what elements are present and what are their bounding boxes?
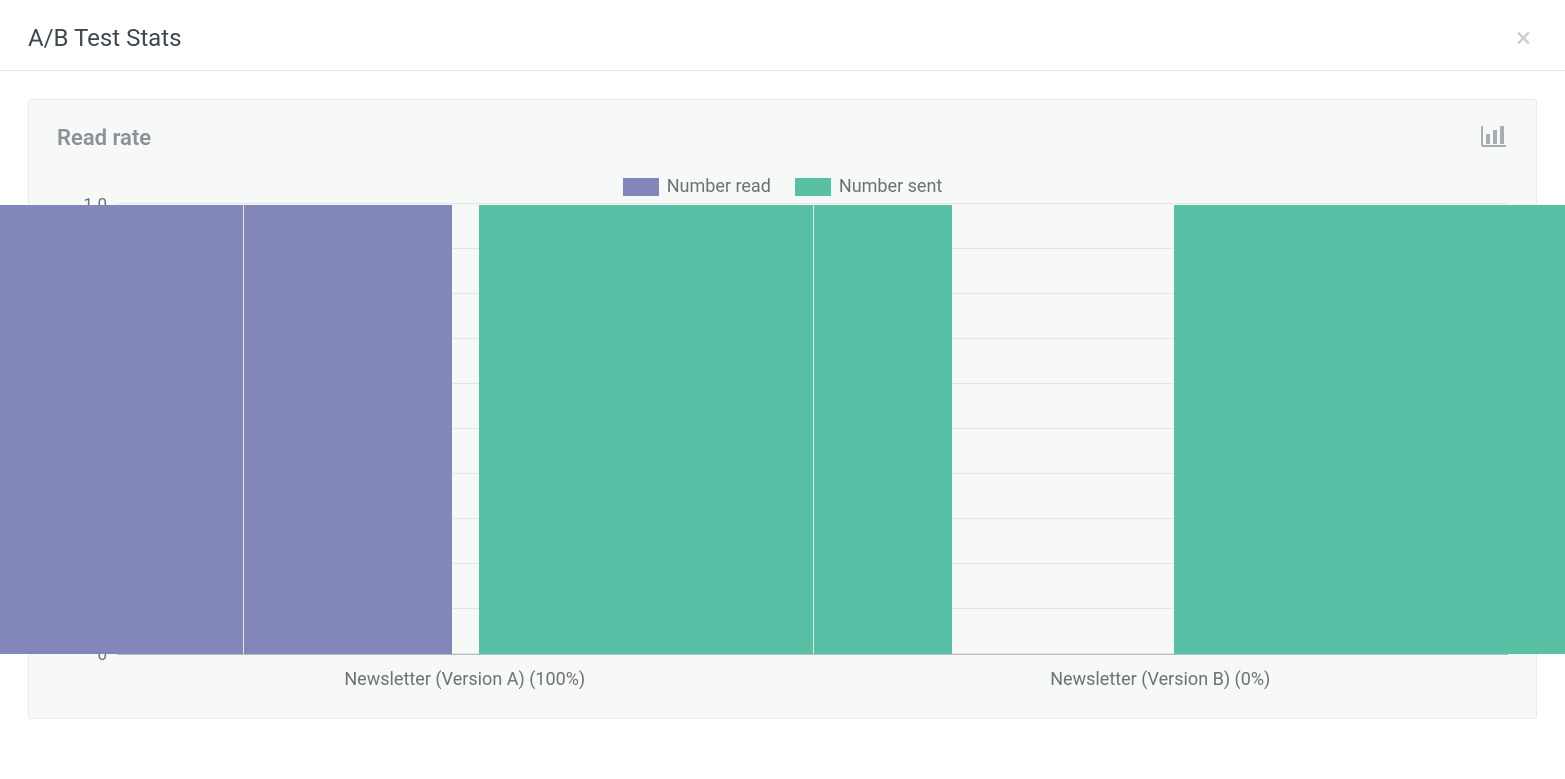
chart-bar [1174,205,1565,654]
legend-label: Number sent [839,176,942,197]
page-title: A/B Test Stats [28,24,181,52]
chart-area: 00.10.20.30.40.50.60.70.80.91.0 [57,205,1508,655]
legend-swatch [795,178,831,196]
panel-title: Read rate [57,126,151,151]
x-tick-label: Newsletter (Version B) (0%) [813,669,1509,690]
page-header: A/B Test Stats × [0,0,1565,71]
gridline [118,203,1508,204]
panel-wrap: Read rate Number read [0,71,1565,747]
panel-header: Read rate [57,124,1508,152]
page: A/B Test Stats × Read rate [0,0,1565,779]
legend-swatch [623,178,659,196]
grid-vline [243,205,244,654]
legend-label: Number read [667,176,771,197]
bar-chart-icon[interactable] [1480,124,1508,152]
x-axis: Newsletter (Version A) (100%)Newsletter … [117,669,1508,690]
close-button[interactable]: × [1510,24,1537,52]
chart-bar [0,205,452,654]
legend-item[interactable]: Number sent [795,176,942,197]
chart-legend: Number read Number sent [57,176,1508,197]
chart-panel: Read rate Number read [28,99,1537,719]
legend-item[interactable]: Number read [623,176,771,197]
chart-bar [479,205,952,654]
x-tick-label: Newsletter (Version A) (100%) [117,669,813,690]
chart-plot [117,205,1508,655]
category-separator [813,205,814,654]
